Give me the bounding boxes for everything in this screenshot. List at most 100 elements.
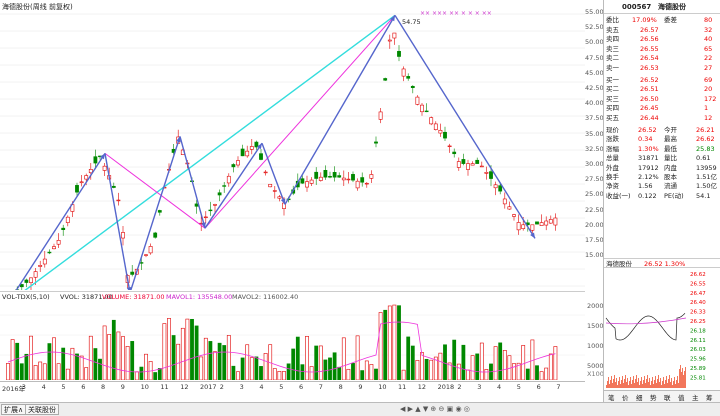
volume-bar (282, 371, 286, 380)
intraday-volume-bar (648, 382, 649, 388)
intraday-chart[interactable]: 26.62 26.55 26.47 26.40 26.33 26.25 26.18 26.11… (604, 268, 720, 390)
volume-bar (401, 369, 406, 380)
candle (369, 170, 374, 183)
candle (314, 167, 319, 185)
candle (470, 161, 475, 166)
volume-bar (429, 359, 434, 380)
expand-button[interactable]: 扩展∧ (1, 404, 27, 415)
quote-tabs: 笔价细势联值主筹 (604, 390, 720, 402)
volume-bar (521, 345, 526, 380)
candle (484, 166, 489, 180)
quote-tab[interactable]: 值 (678, 392, 685, 402)
volume-chart[interactable] (0, 300, 585, 380)
volume-bar (351, 363, 355, 380)
volume-bar (272, 368, 277, 380)
intraday-volume-bar (651, 381, 652, 388)
intraday-volume-bar (667, 383, 668, 388)
candle (346, 172, 351, 184)
candle (52, 243, 56, 250)
label: 现价 (606, 126, 619, 134)
quote-tab[interactable]: 细 (636, 392, 643, 402)
price-tick: 40.00 (585, 99, 604, 108)
candle (553, 213, 558, 231)
volume-bar (456, 363, 461, 380)
nav-arrows-icon[interactable]: ◀ ▶ ▲ ▼ ⊕ ⊖ ▣ ◉ ◎ (400, 405, 470, 413)
kline-chart[interactable]: 54.7511.18×× ××× ×× × × × ×× (0, 0, 585, 290)
candle (263, 169, 268, 176)
volume-bar (259, 366, 263, 380)
volume-bar (19, 363, 24, 380)
value: 25.83 (696, 144, 715, 153)
high-annotation: 54.75 (402, 18, 421, 26)
intraday-volume-bar (614, 375, 615, 388)
label: 买五 (606, 113, 619, 122)
candle (507, 201, 512, 210)
intraday-tick: 26.55 (690, 281, 706, 287)
date-tick: 2 (219, 383, 224, 391)
volume-bar (121, 336, 125, 380)
intraday-volume-bar (674, 377, 675, 388)
volume-bar (512, 363, 516, 380)
volume-bar (56, 363, 61, 380)
bid-row: 买三 26.50 172 (604, 95, 720, 104)
volume-bar (360, 370, 365, 380)
date-tick: 10 (140, 383, 149, 391)
volume: 1 (704, 104, 709, 113)
date-tick: 2018 (437, 383, 455, 391)
quote-tab[interactable]: 价 (622, 392, 629, 402)
intraday-volume-bar (617, 385, 618, 388)
volume: 69 (704, 76, 713, 84)
volume-bar (369, 364, 374, 380)
intraday-volume-bar (629, 381, 630, 388)
volume-bar (383, 309, 388, 380)
volume-bar (328, 357, 332, 380)
stat-row: 收益(一) 0.122 PE(动) 54.1 (604, 192, 720, 201)
candle (254, 140, 259, 150)
related-stocks-tab[interactable]: 关联股份 (25, 404, 59, 415)
intraday-volume-bar (634, 383, 635, 388)
candle (272, 186, 277, 199)
date-tick: 7 (318, 383, 323, 391)
candle (259, 148, 263, 161)
intraday-volume-bar (636, 375, 637, 388)
candle (548, 215, 553, 224)
intraday-volume-bar (650, 385, 651, 388)
stat-row: 外盘 17912 内盘 13959 (604, 164, 720, 173)
order-ratio-row: 委比 17.09% 委差 80 (604, 16, 720, 25)
bid-row: 买四 26.45 1 (604, 104, 720, 113)
price: 26.55 (640, 44, 659, 53)
price-tick: 20.00 (585, 220, 604, 229)
candle (502, 192, 507, 209)
volume-header: VOL-TDX(5,10) VVOL: 31871.00 VOLUME: 318… (0, 291, 585, 301)
intraday-volume-bar (680, 365, 681, 388)
volume-bar (203, 337, 208, 380)
candle (374, 136, 378, 148)
volume-bar (24, 353, 29, 380)
intraday-volume-bar (640, 381, 641, 388)
price-tick: 27.50 (585, 175, 604, 184)
volume-bar (213, 351, 217, 380)
price: 26.45 (640, 104, 659, 113)
label: 卖一 (606, 63, 619, 72)
candle (318, 172, 323, 182)
volume-bar (111, 319, 116, 380)
candle (323, 165, 328, 180)
stock-code: 000567 (622, 3, 652, 11)
candle (360, 172, 365, 187)
quote-tab[interactable]: 联 (664, 392, 671, 402)
date-tick: 5 (279, 383, 284, 391)
quote-tab[interactable]: 笔 (608, 392, 615, 402)
price-tick: 17.50 (585, 236, 604, 244)
ask-row: 卖四 26.56 40 (604, 35, 720, 44)
intraday-volume-bar (657, 379, 658, 388)
price-tick: 30.00 (585, 160, 604, 168)
quote-tab[interactable]: 主 (692, 392, 699, 402)
price: 26.52 (640, 76, 659, 84)
price: 26.50 (640, 94, 659, 103)
candle (516, 214, 521, 235)
magenta-trendline (104, 152, 206, 229)
quote-tab[interactable]: 势 (650, 392, 657, 402)
quote-tab[interactable]: 筹 (706, 392, 713, 402)
intraday-volume-bar (609, 384, 610, 388)
intraday-volume-bar (631, 384, 632, 388)
